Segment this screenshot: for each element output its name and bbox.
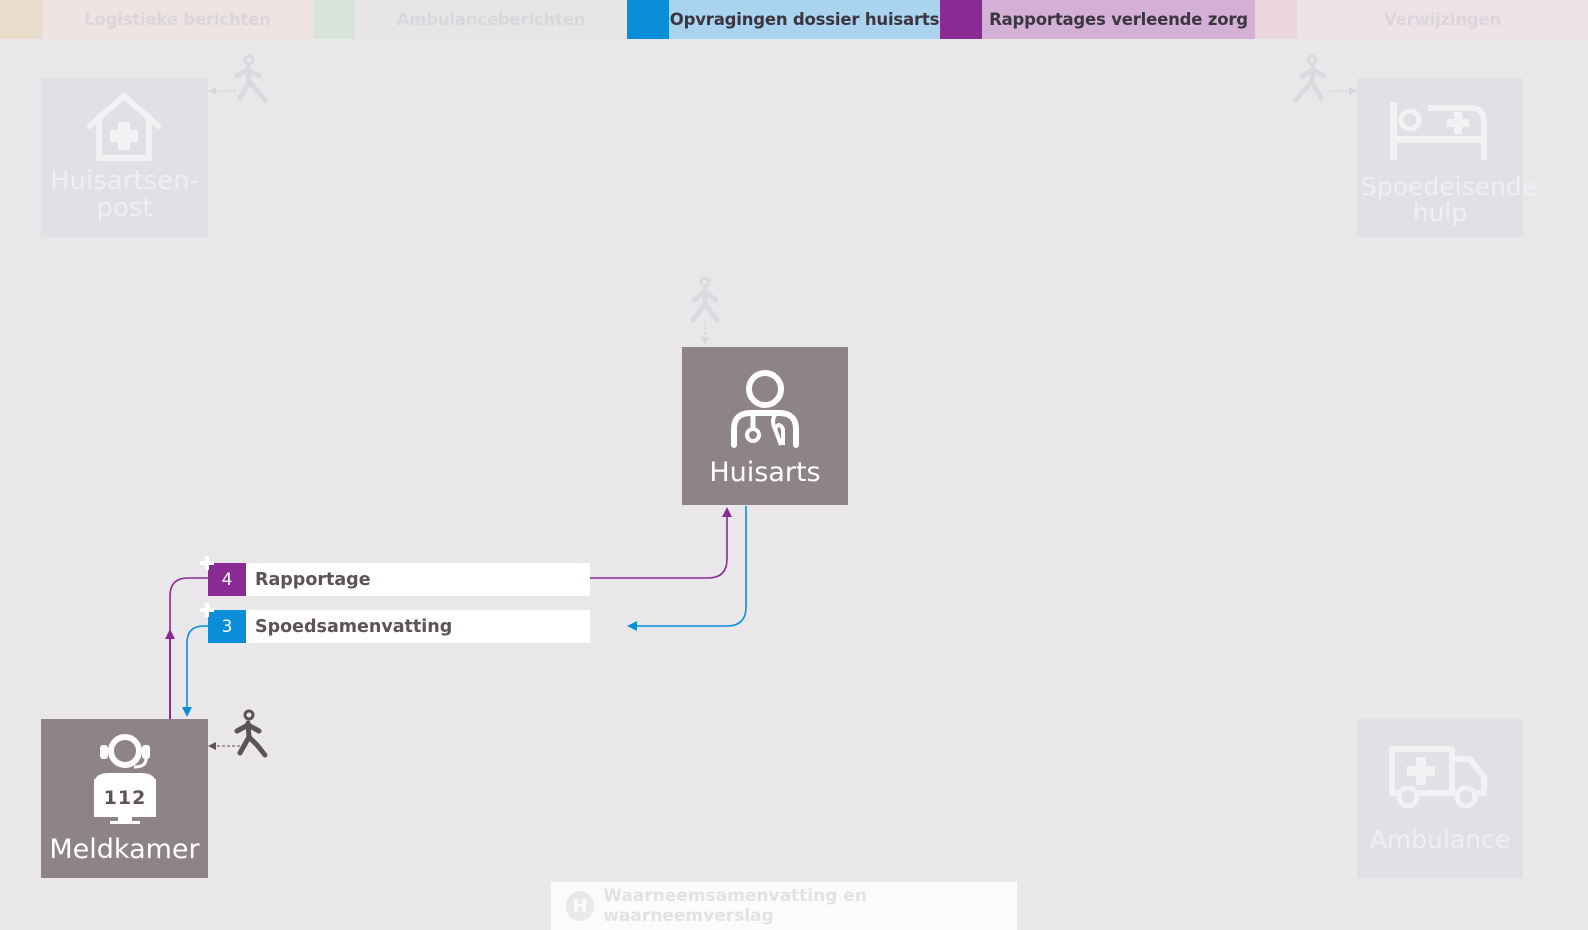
node-huisartsenpost[interactable]: Huisartsen-post — [41, 78, 208, 237]
message-number: 4 — [221, 569, 233, 590]
expand-plus-icon[interactable] — [200, 556, 214, 570]
spoedsamenvatting-line-right — [627, 506, 747, 631]
walking-person-icon — [234, 54, 268, 103]
doctor-icon — [731, 370, 799, 448]
home-plus-icon — [87, 93, 161, 161]
footer-waarneem-box[interactable]: H Waarneemsamenvatting en waarneemversla… — [551, 882, 1017, 930]
message-rapportage[interactable]: 4 Rapportage — [208, 563, 590, 596]
spoedsamenvatting-line-left — [182, 625, 208, 717]
node-ambulance[interactable]: Ambulance — [1357, 719, 1523, 878]
walking-person-icon — [690, 276, 720, 323]
node-label: Ambulance — [1369, 825, 1511, 854]
node-spoedeisende-hulp[interactable]: Spoedeisende hulp — [1357, 78, 1538, 237]
h-badge-text: H — [572, 895, 588, 917]
message-label: Rapportage — [255, 569, 371, 590]
message-number: 3 — [221, 616, 233, 637]
node-label: Huisarts — [709, 457, 821, 488]
expand-plus-icon[interactable] — [200, 603, 214, 617]
node-meldkamer[interactable]: 112 Meldkamer — [41, 719, 208, 878]
message-label: Spoedsamenvatting — [255, 616, 453, 637]
node-label: Huisartsen-post — [49, 166, 200, 224]
message-spoedsamenvatting[interactable]: 3 Spoedsamenvatting — [208, 610, 590, 643]
h-badge-icon: H — [566, 891, 595, 921]
node-label: Spoedeisende hulp — [1361, 172, 1538, 228]
walking-person-icon — [1293, 54, 1327, 103]
rapportage-line-right — [590, 507, 732, 579]
ambulance-icon — [1389, 746, 1487, 809]
node-huisarts[interactable]: Huisarts — [682, 347, 848, 505]
footer-label: Waarneemsamenvatting en waarneemverslag — [603, 886, 867, 926]
screen-text: 112 — [103, 787, 147, 809]
hospital-bed-icon — [1390, 102, 1487, 160]
walking-person-icon — [234, 709, 268, 758]
operator-112-icon — [94, 734, 156, 824]
node-label: Meldkamer — [49, 834, 200, 865]
